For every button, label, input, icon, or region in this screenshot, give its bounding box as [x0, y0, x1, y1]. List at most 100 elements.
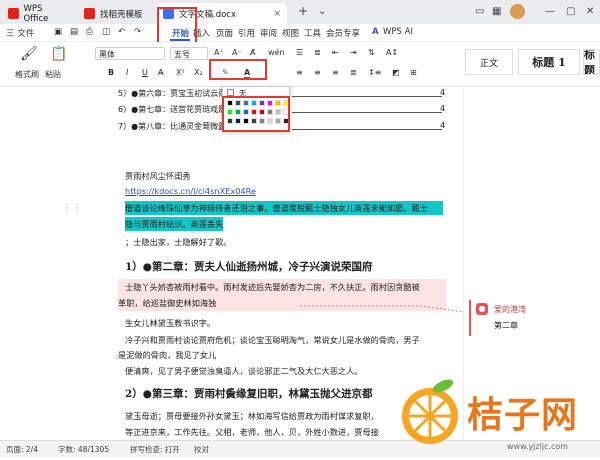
menu-view[interactable]: 视图 [282, 27, 299, 39]
doc-link[interactable]: https://kdocs.cn/l/ci4snXEx04Re [125, 186, 256, 196]
border-icon[interactable]: ⊞ [410, 68, 417, 77]
shading-icon[interactable]: ◩ [392, 68, 400, 77]
comment-text[interactable]: 第二章 [494, 320, 518, 331]
color-swatch[interactable] [251, 109, 257, 115]
indent-icon[interactable]: ⇥ [350, 48, 357, 57]
toc-entry[interactable]: 6）●第七章：送宫花贾琏戏熙凤 4 [118, 104, 445, 115]
highlight-color-icon[interactable]: ✎ [222, 68, 229, 77]
align-left-icon[interactable]: ≡ [296, 68, 303, 77]
file-menu[interactable]: 三 文件 [6, 27, 34, 39]
no-color-label[interactable]: 无 [239, 88, 247, 99]
wps-ai-icon[interactable]: A [372, 27, 379, 37]
font-size-select[interactable]: 五号 [170, 47, 208, 60]
menu-insert[interactable]: 插入 [193, 27, 210, 39]
font-name-select[interactable]: 黑体 [95, 47, 165, 60]
color-swatch[interactable] [259, 109, 265, 115]
style-normal[interactable]: 正文 [465, 49, 513, 75]
color-swatch[interactable] [267, 118, 273, 124]
color-swatch[interactable] [275, 100, 281, 106]
drag-handle-icon[interactable]: ⋮⋮ [62, 203, 82, 214]
justify-icon[interactable]: ≣ [350, 68, 357, 77]
color-swatch[interactable] [235, 100, 241, 106]
outdent-icon[interactable]: ⇤ [332, 48, 339, 57]
color-swatch[interactable] [227, 109, 233, 115]
underline-icon[interactable]: U [142, 68, 148, 77]
window-layout-icon[interactable]: ▭ [475, 6, 484, 17]
color-swatch[interactable] [227, 100, 233, 106]
menu-review[interactable]: 审阅 [260, 27, 277, 39]
menu-page[interactable]: 页面 [216, 27, 233, 39]
color-swatch[interactable] [283, 109, 289, 115]
save-icon[interactable]: ▣ [54, 27, 62, 37]
chevron-down-icon[interactable]: ⌄ [318, 6, 326, 17]
print-icon[interactable]: ⎙ [86, 27, 93, 37]
sort-icon[interactable]: ⇅ [368, 48, 375, 57]
menu-member[interactable]: 会员专享 [326, 27, 360, 39]
superscript-icon[interactable]: X² [176, 68, 185, 77]
style-heading2[interactable]: 标题 [583, 49, 600, 75]
tab-wps-office[interactable]: WPS Office [2, 3, 74, 24]
align-center-icon[interactable]: ≡ [314, 68, 321, 77]
bold-icon[interactable]: B [108, 68, 114, 77]
color-swatch[interactable] [251, 118, 257, 124]
color-swatch[interactable] [235, 109, 241, 115]
font-color-icon[interactable]: A [244, 68, 251, 79]
paste-icon[interactable]: 📋 [50, 46, 67, 62]
tab-document[interactable]: 文字文稿.docx × [157, 3, 287, 24]
align-right-icon[interactable]: ≡ [332, 68, 339, 77]
menu-wps-ai[interactable]: WPS AI [383, 27, 413, 37]
maximize-icon[interactable]: ▢ [566, 6, 575, 17]
number-list-icon[interactable]: ≣ [314, 48, 321, 57]
word-count[interactable]: 字数: 48/1305 [58, 444, 109, 455]
color-swatch[interactable] [227, 118, 233, 124]
chinese-layout-icon[interactable]: A↕ [386, 48, 398, 57]
format-painter-label[interactable]: 格式刷 [15, 69, 39, 80]
avatar[interactable] [510, 4, 525, 19]
color-swatch[interactable] [267, 100, 273, 106]
new-tab-icon[interactable]: + [298, 4, 308, 18]
page-count[interactable]: 页面: 2/4 [6, 444, 38, 455]
tab-templates[interactable]: 找稻壳模板 [78, 3, 156, 24]
minimize-icon[interactable]: — [545, 6, 555, 17]
menu-home[interactable]: 开始 [172, 27, 189, 39]
strikethrough-icon[interactable]: A̶ [158, 68, 163, 77]
color-swatch[interactable] [251, 100, 257, 106]
line-spacing-icon[interactable]: ↕≡ [368, 68, 381, 77]
grow-font-icon[interactable]: A⁺ [214, 48, 224, 57]
close-window-icon[interactable]: ✕ [586, 6, 594, 17]
style-heading1[interactable]: 标题 1 [518, 49, 580, 75]
undo-icon[interactable]: ↶ [118, 27, 125, 37]
color-swatch[interactable] [275, 118, 281, 124]
color-swatch[interactable] [243, 100, 249, 106]
open-icon[interactable]: ▤ [70, 27, 78, 37]
pinyin-icon[interactable]: wén [268, 48, 285, 57]
bullet-list-icon[interactable]: ☰ [296, 48, 303, 57]
menu-reference[interactable]: 引用 [238, 27, 255, 39]
color-swatch[interactable] [243, 118, 249, 124]
shrink-font-icon[interactable]: A⁻ [232, 48, 242, 57]
format-painter-icon[interactable]: 🖌 [20, 46, 38, 62]
subscript-icon[interactable]: X₂ [194, 68, 203, 77]
color-swatch[interactable] [235, 118, 241, 124]
toc-entry[interactable]: 5）●第六章：贾宝玉初试云雨情 4 [118, 88, 445, 99]
redo-icon[interactable]: ↷ [134, 27, 141, 37]
spell-check[interactable]: 拼写检查: 打开 [130, 444, 180, 455]
color-swatch[interactable] [267, 109, 273, 115]
proofread[interactable]: 校对 [194, 444, 209, 455]
toc-entry[interactable]: 7）●第八章：比通灵金莺微露意 4 [118, 121, 445, 132]
no-color-icon[interactable] [227, 89, 234, 96]
close-tab-icon[interactable]: × [273, 9, 281, 19]
color-swatch[interactable] [259, 100, 265, 106]
color-swatch[interactable] [283, 118, 289, 124]
color-swatch[interactable] [259, 118, 265, 124]
color-swatch[interactable] [275, 109, 281, 115]
italic-icon[interactable]: I [126, 68, 128, 77]
paste-label[interactable]: 粘贴 [45, 69, 61, 80]
menu-tools[interactable]: 工具 [304, 27, 321, 39]
color-swatch[interactable] [243, 109, 249, 115]
clear-format-icon[interactable]: A̸ [250, 48, 255, 57]
color-swatch[interactable] [283, 100, 289, 106]
document-page[interactable]: 5）●第六章：贾宝玉初试云雨情 4 6）●第七章：送宫花贾琏戏熙凤 4 7）●第八章… [0, 88, 463, 440]
preview-icon[interactable]: ◫ [102, 27, 110, 37]
grid-icon[interactable]: ▦ [492, 6, 501, 17]
